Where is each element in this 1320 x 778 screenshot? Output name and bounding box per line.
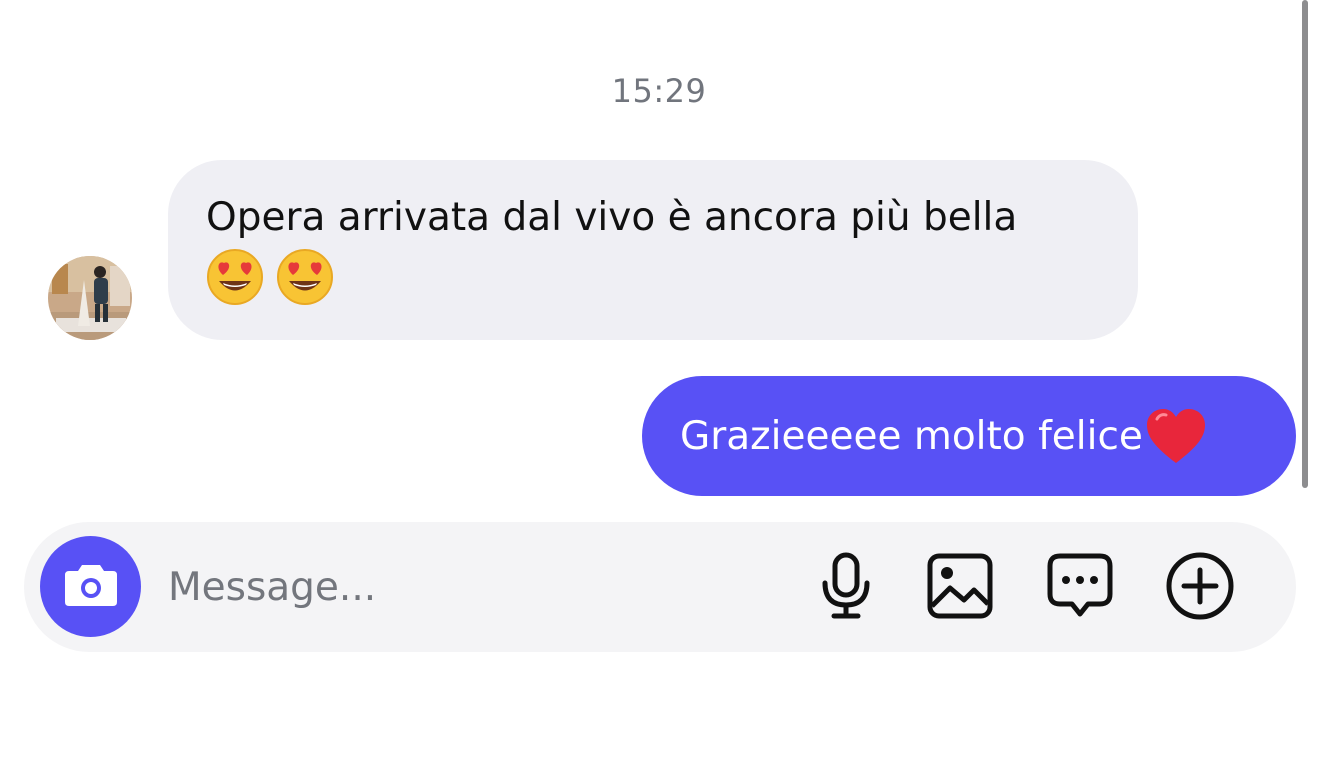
scrollbar[interactable] bbox=[1302, 0, 1308, 488]
outgoing-message-bubble[interactable]: Grazieeeee molto felice bbox=[642, 376, 1296, 496]
incoming-message-text: Opera arrivata dal vivo è ancora più bel… bbox=[206, 195, 1018, 240]
add-button[interactable] bbox=[1164, 552, 1236, 624]
microphone-button[interactable] bbox=[810, 552, 882, 624]
chat-screen: 15:29 Opera arrivata dal vivo è ancora p… bbox=[0, 0, 1320, 778]
message-timestamp: 15:29 bbox=[611, 72, 707, 110]
camera-icon bbox=[63, 562, 119, 612]
gallery-button[interactable] bbox=[924, 552, 996, 624]
avatar[interactable] bbox=[48, 256, 132, 340]
gallery-icon bbox=[926, 552, 994, 624]
camera-button[interactable] bbox=[40, 536, 141, 637]
heart-eyes-emoji bbox=[276, 248, 334, 322]
sticker-button[interactable] bbox=[1044, 552, 1116, 624]
chat-bubble-icon bbox=[1046, 552, 1114, 624]
emoji-row bbox=[206, 248, 1104, 322]
outgoing-message-text: Grazieeeee molto felice bbox=[680, 413, 1143, 459]
incoming-message-bubble[interactable]: Opera arrivata dal vivo è ancora più bel… bbox=[168, 160, 1138, 340]
message-composer bbox=[24, 522, 1296, 652]
red-heart-emoji bbox=[1145, 407, 1207, 465]
add-circle-icon bbox=[1165, 551, 1235, 625]
heart-eyes-emoji bbox=[206, 248, 264, 322]
microphone-icon bbox=[818, 551, 874, 625]
message-input[interactable] bbox=[168, 552, 788, 622]
